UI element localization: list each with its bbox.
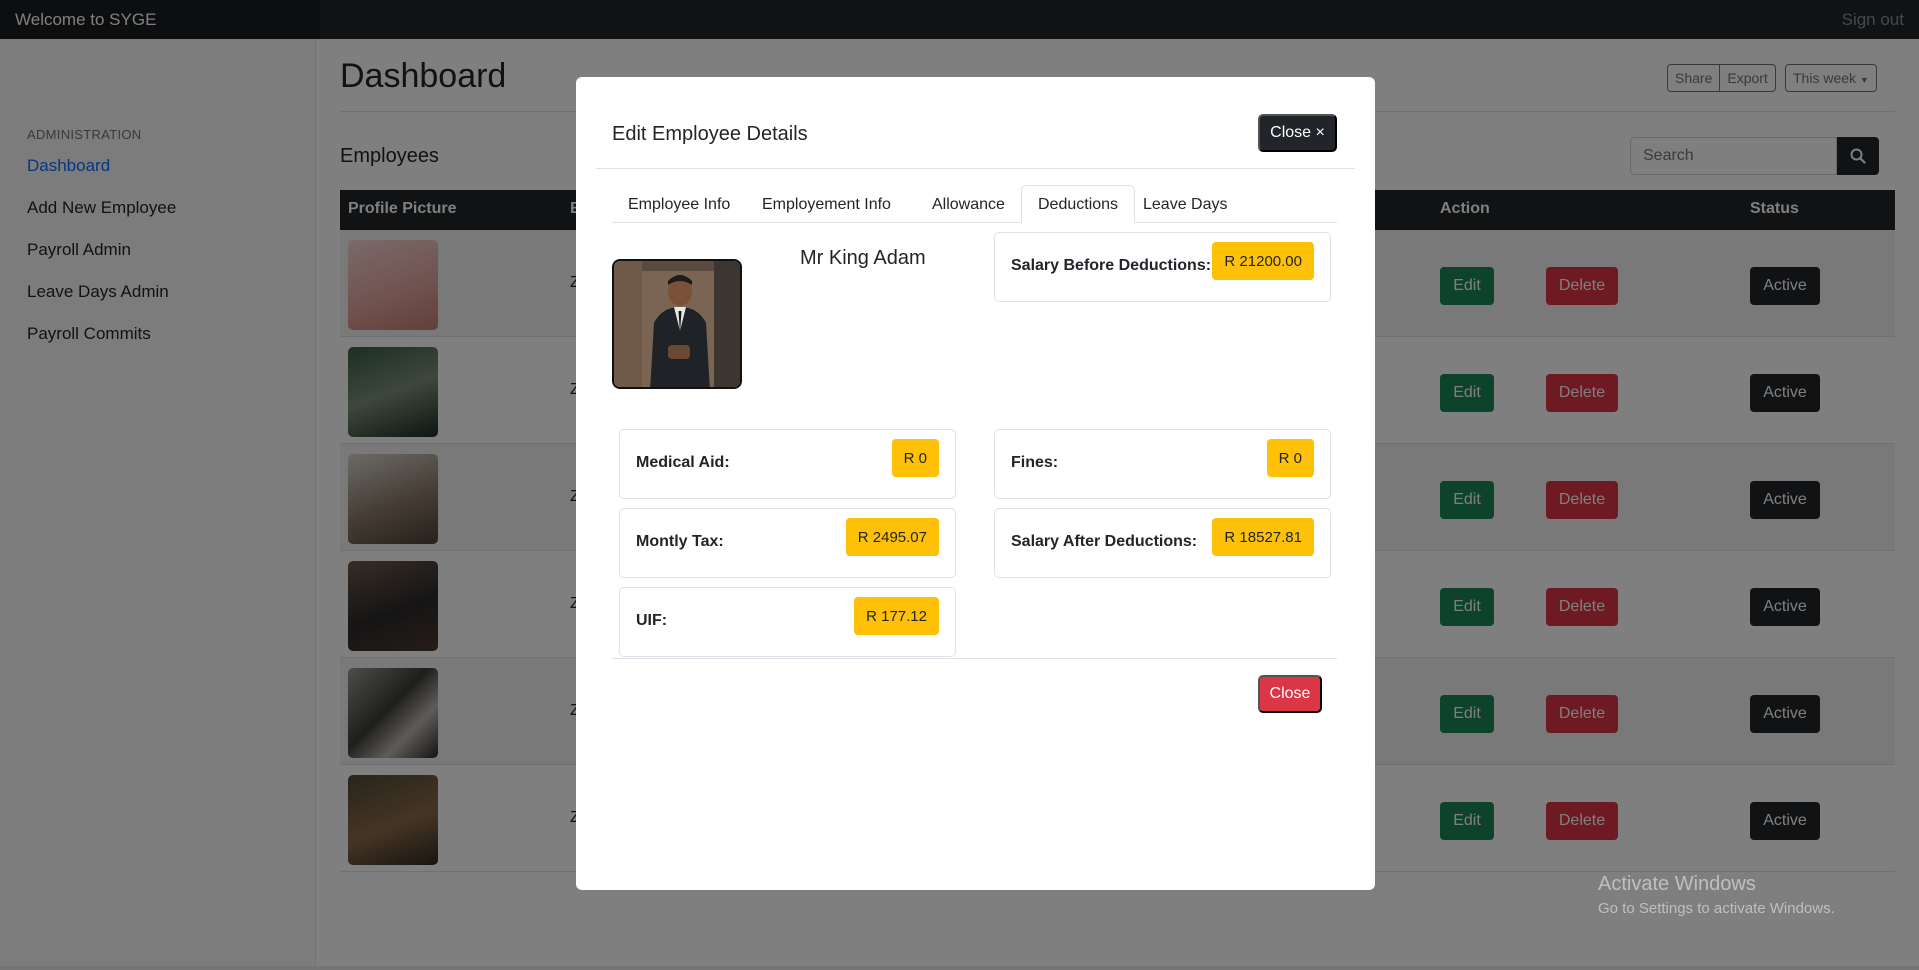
watermark-subtitle: Go to Settings to activate Windows.	[1598, 900, 1835, 917]
tab-employee-info[interactable]: Employee Info	[612, 185, 746, 224]
modal-header-divider	[596, 168, 1355, 169]
medical-aid-badge: R 0	[891, 439, 939, 477]
salary-after-badge: R 18527.81	[1212, 518, 1314, 556]
monthly-tax-card: Montly Tax: R 2495.07	[619, 508, 956, 578]
fines-card: Fines: R 0	[994, 429, 1331, 499]
salary-before-card: Salary Before Deductions: R 21200.00	[994, 232, 1331, 302]
salary-after-label: Salary After Deductions:	[1011, 533, 1198, 550]
employee-photo-image	[614, 261, 740, 387]
salary-before-badge: R 21200.00	[1212, 242, 1314, 280]
tab-employement-info[interactable]: Employement Info	[746, 185, 907, 224]
uif-label: UIF:	[636, 612, 668, 629]
fines-badge: R 0	[1266, 439, 1314, 477]
modal-footer-close-button[interactable]: Close	[1258, 675, 1322, 713]
salary-after-card: Salary After Deductions: R 18527.81	[994, 508, 1331, 578]
modal-title: Edit Employee Details	[612, 123, 808, 145]
modal-tabs: Employee Info Employement Info Allowance…	[612, 185, 1337, 224]
monthly-tax-label: Montly Tax:	[636, 533, 724, 550]
tab-deductions[interactable]: Deductions	[1021, 185, 1136, 224]
monthly-tax-badge: R 2495.07	[845, 518, 939, 556]
watermark-title: Activate Windows	[1598, 873, 1756, 895]
tab-leave-days[interactable]: Leave Days	[1127, 185, 1244, 224]
employee-photo	[612, 259, 742, 389]
employee-name: Mr King Adam	[800, 247, 926, 269]
activate-windows-watermark: Activate Windows Go to Settings to activ…	[1598, 873, 1835, 917]
medical-aid-label: Medical Aid:	[636, 454, 730, 471]
uif-card: UIF: R 177.12	[619, 587, 956, 657]
edit-employee-modal: Edit Employee Details Close × Employee I…	[576, 77, 1375, 890]
uif-badge: R 177.12	[854, 597, 939, 635]
salary-before-label: Salary Before Deductions:	[1011, 257, 1212, 274]
fines-label: Fines:	[1011, 454, 1059, 471]
modal-close-button[interactable]: Close ×	[1258, 114, 1337, 152]
medical-aid-card: Medical Aid: R 0	[619, 429, 956, 499]
modal-footer-divider	[612, 658, 1337, 659]
tab-allowance[interactable]: Allowance	[916, 185, 1021, 224]
